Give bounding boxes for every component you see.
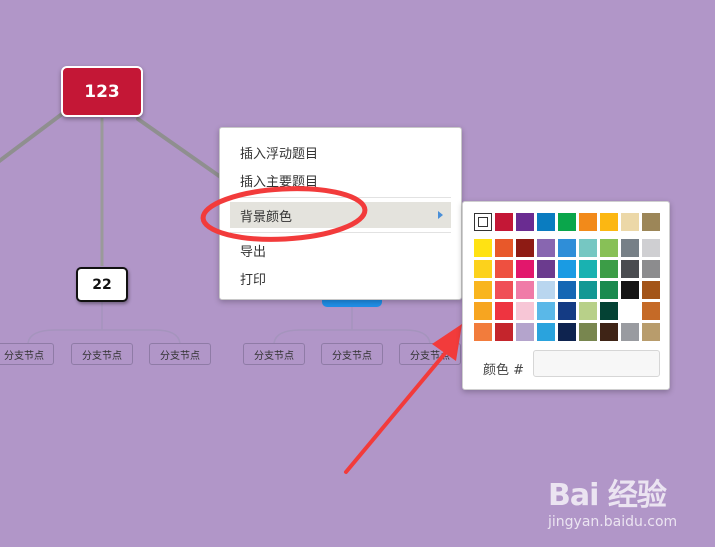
connector-left (0, 112, 64, 163)
color-swatch[interactable] (621, 281, 639, 299)
color-swatch[interactable] (579, 281, 597, 299)
color-swatch[interactable] (642, 239, 660, 257)
color-swatch[interactable] (579, 260, 597, 278)
root-node[interactable]: 123 (61, 66, 143, 117)
menu-item-insert-floating-topic[interactable]: 插入浮动题目 (230, 139, 451, 165)
color-swatch[interactable] (537, 281, 555, 299)
leaf-node[interactable]: 分支节点 (0, 343, 54, 365)
color-swatch[interactable] (495, 239, 513, 257)
color-swatch[interactable] (621, 323, 639, 341)
color-swatch[interactable] (558, 213, 576, 231)
menu-separator (230, 197, 451, 198)
color-swatch[interactable] (642, 260, 660, 278)
color-swatch[interactable] (537, 239, 555, 257)
menu-item-label: 插入浮动题目 (240, 146, 319, 162)
menu-separator (230, 232, 451, 233)
leaf-bracket-right (273, 329, 431, 344)
color-swatch[interactable] (474, 302, 492, 320)
color-swatch[interactable] (558, 302, 576, 320)
color-swatch[interactable] (642, 302, 660, 320)
color-swatch[interactable] (621, 239, 639, 257)
color-swatch[interactable] (621, 213, 639, 231)
menu-item-insert-main-topic[interactable]: 插入主要题目 (230, 167, 451, 193)
color-swatch[interactable] (600, 213, 618, 231)
leaf-node[interactable]: 分支节点 (71, 343, 133, 365)
color-swatch[interactable] (579, 302, 597, 320)
leaf-bracket-left (27, 329, 181, 344)
color-swatch[interactable] (600, 260, 618, 278)
color-swatch[interactable] (600, 281, 618, 299)
color-swatch[interactable] (495, 213, 513, 231)
color-swatch[interactable] (579, 239, 597, 257)
color-swatch[interactable] (600, 239, 618, 257)
color-swatch[interactable] (516, 323, 534, 341)
submenu-arrow-icon (438, 211, 443, 219)
color-swatch[interactable] (621, 302, 639, 320)
color-swatch[interactable] (579, 323, 597, 341)
leaf-node[interactable]: 分支节点 (149, 343, 211, 365)
menu-item-label: 插入主要题目 (240, 174, 319, 190)
color-swatch[interactable] (537, 213, 555, 231)
color-swatch[interactable] (642, 213, 660, 231)
color-swatch[interactable] (495, 260, 513, 278)
color-swatch[interactable] (642, 281, 660, 299)
context-menu: 插入浮动题目 插入主要题目 背景颜色 导出 打印 (219, 127, 462, 300)
color-swatch[interactable] (474, 323, 492, 341)
color-swatch[interactable] (558, 323, 576, 341)
watermark-url: jingyan.baidu.com (548, 514, 678, 530)
color-picker-panel: 颜色 # (462, 201, 670, 390)
color-swatch[interactable] (516, 239, 534, 257)
color-swatch[interactable] (516, 302, 534, 320)
menu-item-label: 导出 (240, 244, 267, 260)
color-swatch[interactable] (495, 323, 513, 341)
color-swatch[interactable] (537, 302, 555, 320)
color-swatch[interactable] (516, 260, 534, 278)
color-swatch[interactable] (495, 302, 513, 320)
menu-item-print[interactable]: 打印 (230, 265, 451, 291)
color-swatch[interactable] (495, 281, 513, 299)
color-swatch[interactable] (474, 239, 492, 257)
color-swatch[interactable] (474, 260, 492, 278)
color-swatch[interactable] (516, 213, 534, 231)
child-node[interactable]: 22 (76, 267, 128, 302)
color-swatch[interactable] (558, 260, 576, 278)
color-hex-label: 颜色 # (483, 363, 525, 378)
color-swatch[interactable] (600, 323, 618, 341)
color-swatch[interactable] (621, 260, 639, 278)
color-swatch[interactable] (579, 213, 597, 231)
leaf-node[interactable]: 分支节点 (243, 343, 305, 365)
connector-right (136, 117, 224, 180)
no-color-swatch[interactable] (474, 213, 492, 231)
color-swatch[interactable] (558, 239, 576, 257)
color-swatch[interactable] (600, 302, 618, 320)
color-swatch[interactable] (558, 281, 576, 299)
color-swatch[interactable] (516, 281, 534, 299)
leaf-node[interactable]: 分支节点 (399, 343, 461, 365)
watermark-brand: Bai 经验 (548, 478, 667, 513)
color-hex-input[interactable] (533, 350, 660, 377)
menu-item-background-color[interactable]: 背景颜色 (230, 202, 451, 228)
color-swatch[interactable] (642, 323, 660, 341)
menu-item-label: 打印 (240, 272, 267, 288)
menu-item-label: 背景颜色 (240, 209, 293, 225)
color-swatch[interactable] (537, 323, 555, 341)
color-swatch[interactable] (537, 260, 555, 278)
leaf-node[interactable]: 分支节点 (321, 343, 383, 365)
color-swatch[interactable] (474, 281, 492, 299)
menu-item-export[interactable]: 导出 (230, 237, 451, 263)
